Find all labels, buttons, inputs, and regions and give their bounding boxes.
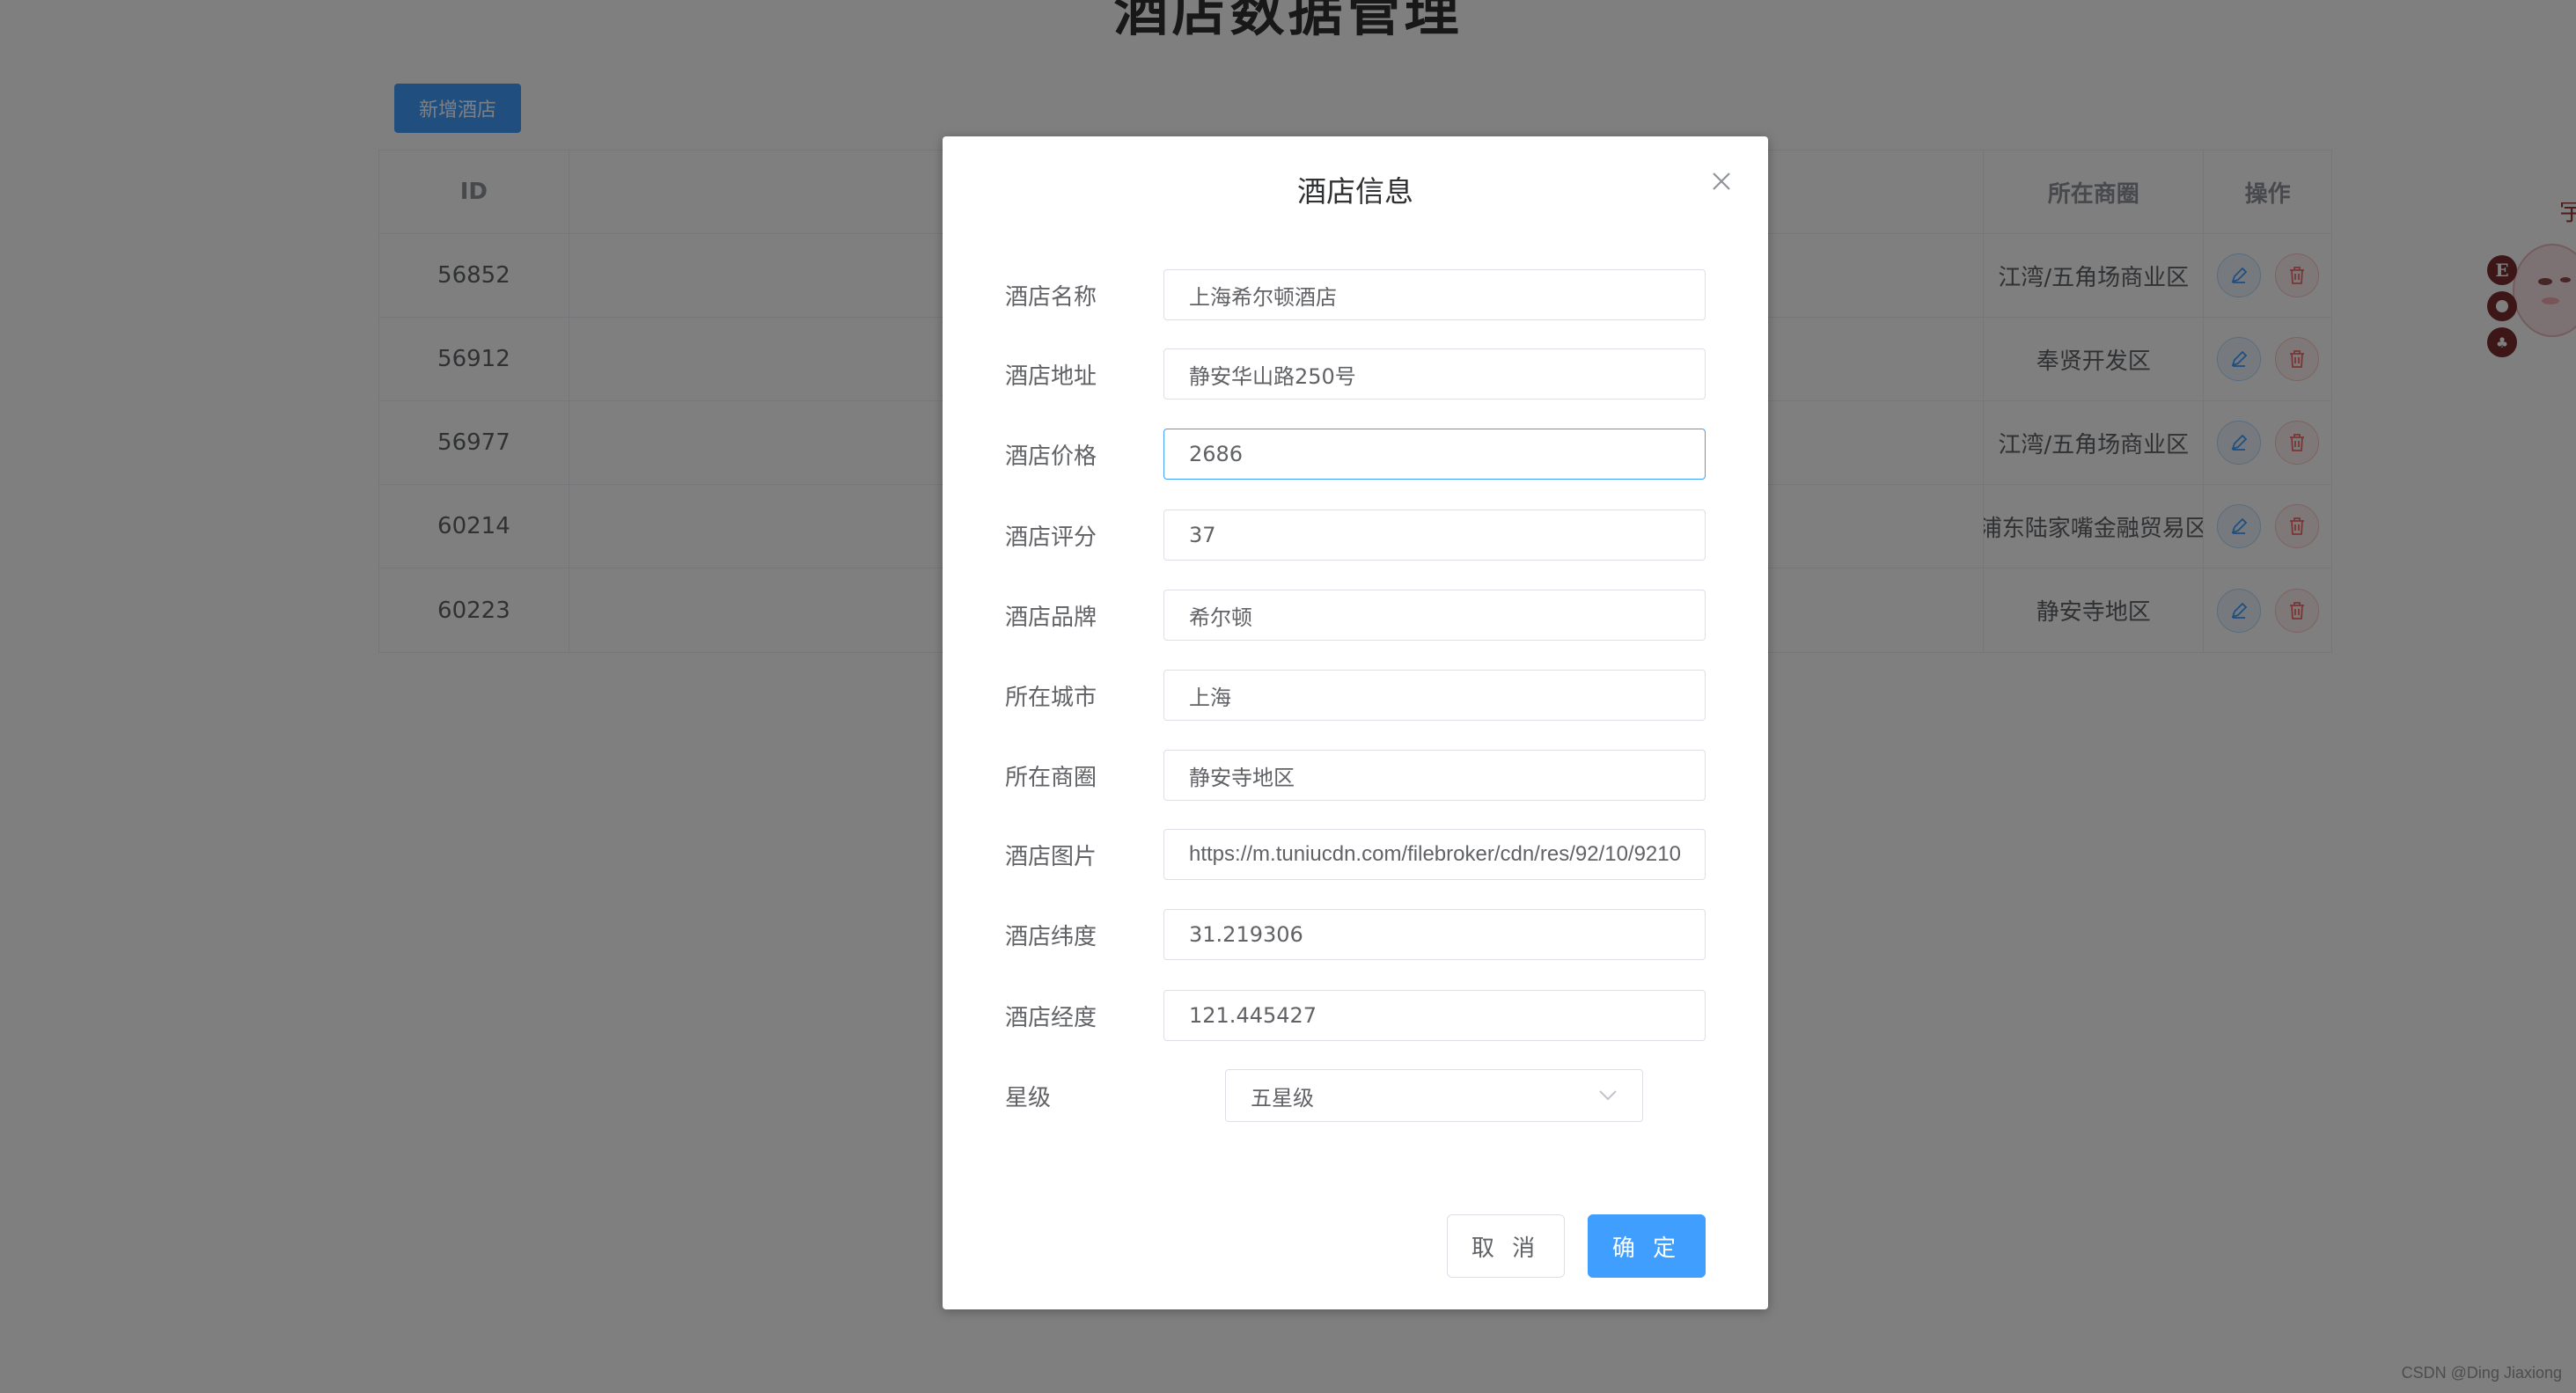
form-row: 酒店评分: [1005, 510, 1709, 561]
cancel-button[interactable]: 取 消: [1447, 1214, 1565, 1278]
form-label-star: 星级: [1005, 1084, 1052, 1111]
dialog-title: 酒店信息: [1297, 174, 1413, 209]
close-icon[interactable]: [1706, 166, 1736, 196]
form-input[interactable]: [1163, 510, 1706, 561]
form-label: 酒店品牌: [1005, 604, 1097, 631]
form-input[interactable]: [1163, 590, 1706, 641]
form-label: 酒店名称: [1005, 283, 1097, 311]
form-row: 酒店地址: [1005, 348, 1709, 400]
form-input[interactable]: [1163, 670, 1706, 721]
form-row: 所在商圈: [1005, 750, 1709, 801]
form-label: 酒店图片: [1005, 843, 1097, 870]
form-input[interactable]: [1163, 909, 1706, 960]
chevron-down-icon: [1599, 1090, 1617, 1101]
form-row: 所在城市: [1005, 670, 1709, 721]
form-label: 酒店地址: [1005, 363, 1097, 390]
form-row: 酒店名称: [1005, 269, 1709, 320]
form-row-star: 星级 五星级: [1005, 1069, 1709, 1122]
form-label: 酒店评分: [1005, 524, 1097, 551]
form-row: 酒店价格: [1005, 429, 1709, 480]
form-label: 所在城市: [1005, 684, 1097, 711]
star-select-value: 五星级: [1251, 1085, 1314, 1111]
form-row: 酒店纬度: [1005, 909, 1709, 960]
form-input[interactable]: [1163, 750, 1706, 801]
form-label: 所在商圈: [1005, 764, 1097, 791]
form-label: 酒店价格: [1005, 443, 1097, 470]
form-label: 酒店经度: [1005, 1004, 1097, 1031]
form-row: 酒店经度: [1005, 990, 1709, 1041]
star-select[interactable]: 五星级: [1225, 1069, 1643, 1122]
form-input[interactable]: [1163, 829, 1706, 880]
form-input[interactable]: [1163, 990, 1706, 1041]
form-row: 酒店图片: [1005, 829, 1709, 880]
form-input[interactable]: [1163, 429, 1706, 480]
confirm-button[interactable]: 确 定: [1588, 1214, 1706, 1278]
form-label: 酒店纬度: [1005, 923, 1097, 950]
form-input[interactable]: [1163, 348, 1706, 400]
form-input[interactable]: [1163, 269, 1706, 320]
hotel-info-dialog: 酒店信息 酒店名称酒店地址酒店价格酒店评分酒店品牌所在城市所在商圈酒店图片酒店纬…: [943, 136, 1768, 1309]
form-row: 酒店品牌: [1005, 590, 1709, 641]
